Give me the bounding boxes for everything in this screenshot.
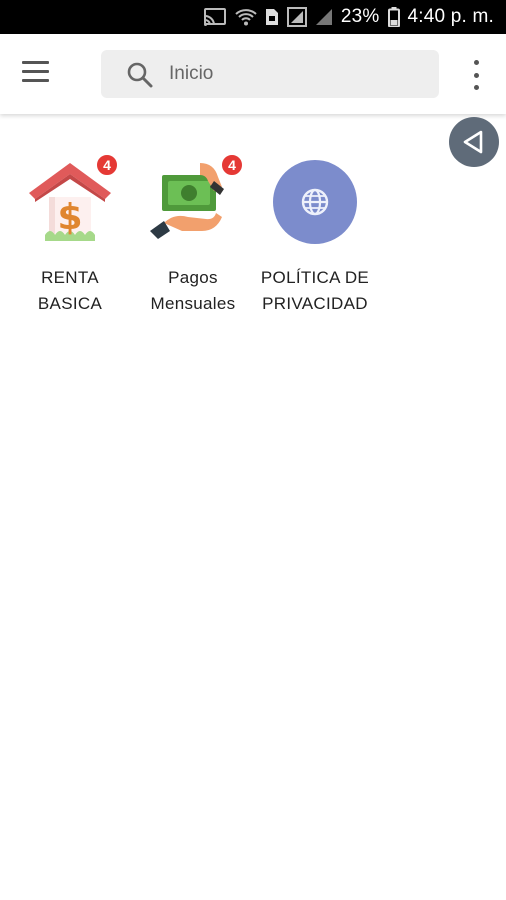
cast-icon (203, 7, 227, 27)
app-bar (0, 34, 506, 114)
back-button[interactable] (449, 117, 499, 167)
globe-icon (270, 157, 360, 247)
tile-label: RENTA BASICA (37, 268, 103, 313)
more-options-icon[interactable] (468, 60, 484, 90)
search-bar[interactable] (101, 50, 439, 98)
status-bar: 23% 4:40 p. m. (0, 0, 506, 34)
battery-icon (387, 7, 400, 27)
notification-badge: 4 (220, 153, 244, 177)
tile-politica-privacidad[interactable]: POLÍTICA DE PRIVACIDAD (255, 157, 375, 317)
search-input[interactable] (169, 60, 419, 88)
triangle-back-icon (463, 130, 483, 154)
signal-strength-icon (315, 8, 333, 26)
payment-hand-icon: 4 (148, 153, 244, 247)
wifi-icon (235, 7, 257, 27)
sim-card-icon (265, 8, 279, 26)
signal-box-icon (286, 7, 307, 27)
menu-icon[interactable] (22, 61, 56, 87)
tile-pagos-mensuales[interactable]: 4 Pagos Mensuales (133, 153, 253, 317)
search-icon[interactable] (125, 60, 155, 90)
tile-label: POLÍTICA DE PRIVACIDAD (260, 268, 370, 313)
clock: 4:40 p. m. (407, 6, 494, 27)
house-dollar-icon: $ 4 (25, 153, 119, 247)
notification-badge: 4 (95, 153, 119, 177)
battery-percent: 23% (340, 6, 380, 27)
tile-renta-basica[interactable]: $ 4 RENTA BASICA (10, 153, 130, 317)
tile-label: Pagos Mensuales (150, 268, 236, 313)
svg-text:$: $ (57, 197, 82, 238)
